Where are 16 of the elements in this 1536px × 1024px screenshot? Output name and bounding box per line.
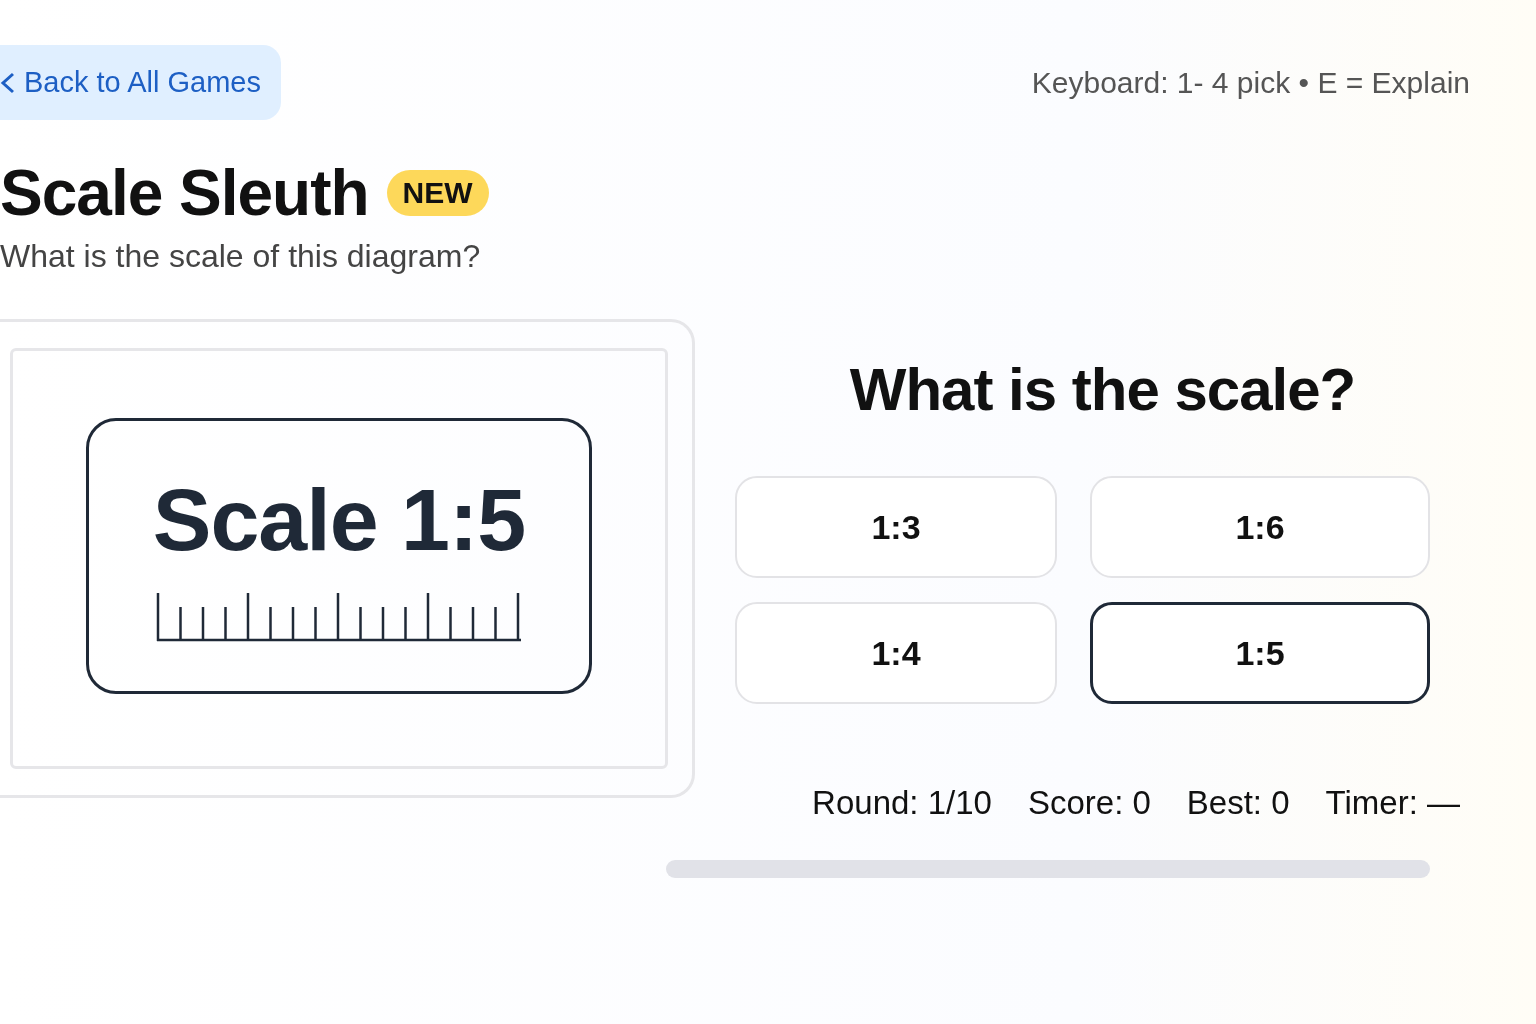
stat-text: Timer: — (1325, 784, 1460, 822)
stat-text: Round: 1/10 (812, 784, 992, 822)
answer-option[interactable]: 1:4 (735, 602, 1057, 704)
scale-label-text: Scale 1:5 (152, 468, 526, 571)
stat-text: Score: 0 (1027, 784, 1151, 822)
stat-text: Best: 0 (1186, 784, 1290, 822)
answer-option[interactable]: 1:6 (1090, 476, 1430, 578)
new-badge: NEW (386, 170, 489, 216)
back-link[interactable]: Back to All Games (0, 45, 281, 120)
question-heading: What is the scale? (849, 355, 1356, 424)
answer-option[interactable]: 1:5 (1090, 602, 1430, 704)
chevron-left-icon (0, 70, 16, 95)
subtitle: What is the scale of this diagram? (0, 238, 482, 275)
keyboard-hint: Keyboard: 1- 4 pick • E = Explain (1031, 65, 1470, 100)
answer-option[interactable]: 1:3 (735, 476, 1057, 578)
game-title: Scale Sleuth (0, 156, 369, 230)
